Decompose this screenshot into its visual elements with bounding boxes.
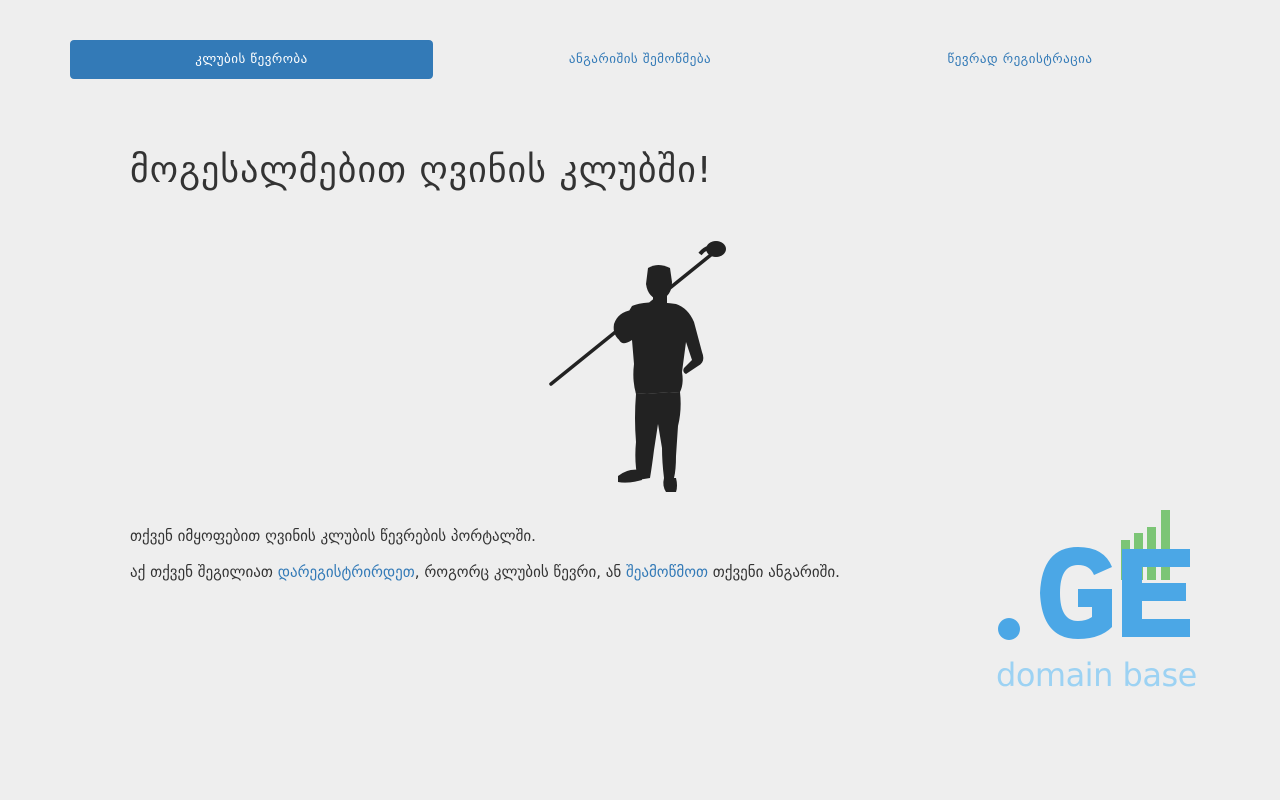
man-with-corkscrew-silhouette-icon [549,241,726,492]
register-paragraph: აქ თქვენ შეგილიათ დარეგისტრირდეთ, როგორც… [130,562,840,582]
intro-paragraph: თქვენ იმყოფებით ღვინის კლუბის წევრების პ… [130,527,536,545]
nav-account-check[interactable]: ანგარიშის შემოწმება [450,40,830,79]
brand-subtitle: domain base [996,656,1197,694]
register-text-after: თქვენი ანგარიში. [708,563,840,581]
nav-club-membership[interactable]: კლუბის წევრობა [70,40,433,79]
register-text-middle: , როგორც კლუბის წევრი, ან [414,563,626,581]
nav-member-registration[interactable]: წევრად რეგისტრაცია [830,40,1210,79]
page-title: მოგესალმებით ღვინის კლუბში! [130,150,713,191]
check-account-link[interactable]: შეამოწმოთ [626,563,708,581]
register-text-before: აქ თქვენ შეგილიათ [130,563,278,581]
main-nav: კლუბის წევრობა ანგარიშის შემოწმება წევრა… [70,40,1210,79]
register-link[interactable]: დარეგისტრირდეთ [278,563,415,581]
